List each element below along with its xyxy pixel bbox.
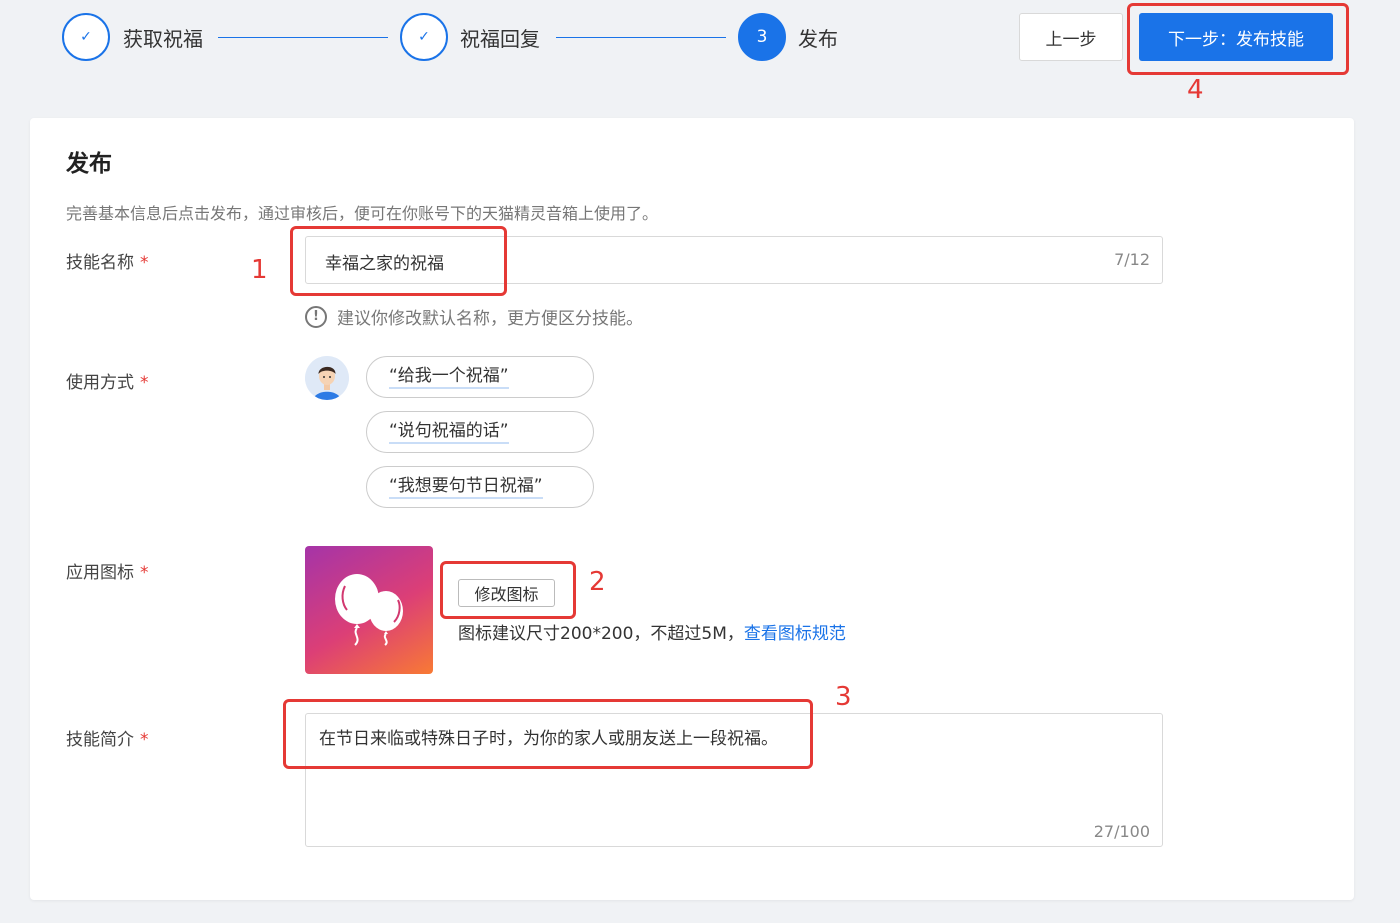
- utterance-chip: “我想要句节日祝福”: [366, 466, 594, 508]
- required-mark: *: [140, 253, 149, 273]
- step-2-check-icon: ✓: [400, 13, 448, 61]
- skill-name-counter: 7/12: [1114, 250, 1150, 269]
- step-3-label: 发布: [798, 27, 838, 51]
- skill-name-value: 幸福之家的祝福: [325, 254, 444, 274]
- annotation-number-4: 4: [1187, 75, 1204, 105]
- step-3-number: 3: [738, 13, 786, 61]
- card-title: 发布: [66, 151, 112, 177]
- utterance-chip: “给我一个祝福”: [366, 356, 594, 398]
- skill-name-label: 技能名称 *: [66, 253, 149, 273]
- app-icon-label: 应用图标 *: [66, 563, 149, 583]
- step-connector: [218, 37, 388, 38]
- annotation-number-1: 1: [251, 255, 268, 285]
- required-mark: *: [140, 373, 149, 393]
- skill-name-input[interactable]: 幸福之家的祝福 7/12: [305, 236, 1163, 284]
- annotation-number-3: 3: [835, 682, 852, 712]
- hint-text: 建议你修改默认名称，更方便区分技能。: [337, 309, 643, 329]
- card-description: 完善基本信息后点击发布，通过审核后，便可在你账号下的天猫精灵音箱上使用了。: [66, 204, 659, 223]
- skill-intro-value: 在节日来临或特殊日子时，为你的家人或朋友送上一段祝福。: [319, 729, 778, 749]
- step-1-check-icon: ✓: [62, 13, 110, 61]
- next-publish-button[interactable]: 下一步：发布技能: [1139, 13, 1333, 61]
- annotation-number-2: 2: [589, 567, 606, 597]
- icon-size-tip: 图标建议尺寸200*200，不超过5M，查看图标规范: [458, 624, 846, 644]
- required-mark: *: [140, 730, 149, 750]
- info-icon: !: [305, 305, 327, 328]
- usage-label: 使用方式 *: [66, 373, 149, 393]
- publish-card: 发布 完善基本信息后点击发布，通过审核后，便可在你账号下的天猫精灵音箱上使用了。…: [30, 118, 1354, 900]
- step-2-label: 祝福回复: [460, 27, 540, 51]
- change-icon-button[interactable]: 修改图标: [458, 579, 555, 607]
- icon-spec-link[interactable]: 查看图标规范: [744, 624, 846, 644]
- required-mark: *: [140, 563, 149, 583]
- previous-step-button[interactable]: 上一步: [1019, 13, 1123, 61]
- skill-name-hint: ! 建议你修改默认名称，更方便区分技能。: [305, 304, 643, 329]
- step-connector: [556, 37, 726, 38]
- skill-intro-label: 技能简介 *: [66, 730, 149, 750]
- skill-intro-counter: 27/100: [1093, 822, 1150, 841]
- utterance-chip: “说句祝福的话”: [366, 411, 594, 453]
- step-1-label: 获取祝福: [123, 27, 203, 51]
- skill-intro-textarea[interactable]: 在节日来临或特殊日子时，为你的家人或朋友送上一段祝福。 27/100: [305, 713, 1163, 847]
- user-avatar-icon: [305, 356, 349, 400]
- balloon-app-icon: [305, 546, 433, 674]
